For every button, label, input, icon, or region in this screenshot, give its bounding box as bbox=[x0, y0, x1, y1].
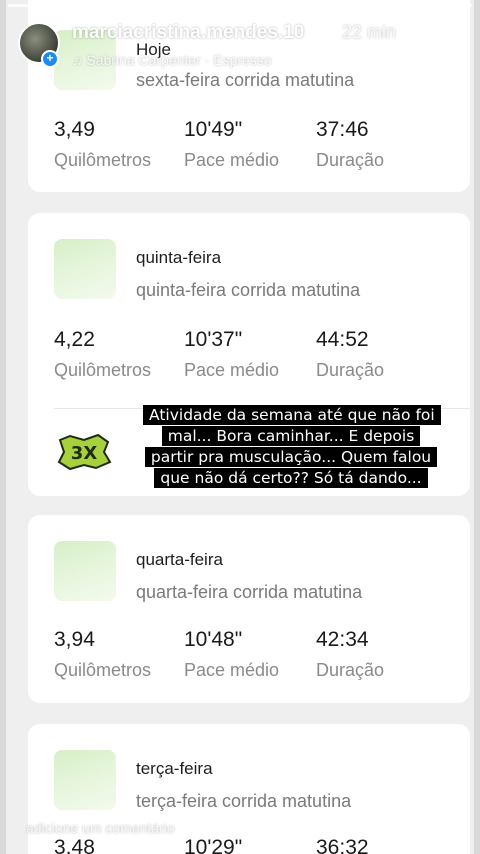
activity-card[interactable]: quarta-feira quarta-feira corrida matuti… bbox=[28, 515, 470, 703]
pace-value: 10'48" bbox=[184, 628, 243, 651]
story-caption: Atividade da semana até que não foi mal.… bbox=[143, 405, 441, 489]
activity-subtitle: terça-feira corrida matutina bbox=[136, 791, 352, 811]
duration-value: 36:32 bbox=[316, 836, 369, 854]
music-icon: ♫ bbox=[72, 52, 87, 68]
pace-value: 10'49" bbox=[184, 118, 243, 141]
distance-value: 3,48 bbox=[54, 836, 95, 854]
duration-label: Duração bbox=[316, 360, 385, 380]
duration-value: 44:52 bbox=[316, 328, 369, 351]
distance-label: Quilômetros bbox=[54, 150, 152, 170]
activity-thumbnail bbox=[54, 541, 116, 601]
comment-input[interactable]: adicione um comentário bbox=[26, 820, 175, 836]
activity-subtitle: sexta-feira corrida matutina bbox=[136, 70, 355, 90]
distance-value: 3,49 bbox=[54, 118, 95, 141]
story-time: 22 min bbox=[342, 22, 397, 42]
story-progress-bar bbox=[0, 0, 480, 7]
story-username[interactable]: marciacristina.mendes.10 bbox=[72, 22, 304, 44]
sticker-text: 3X bbox=[71, 443, 98, 464]
distance-label: Quilômetros bbox=[54, 360, 152, 380]
add-story-icon[interactable]: + bbox=[41, 50, 59, 68]
pace-value: 10'37" bbox=[184, 328, 243, 351]
sticker-3x-icon: 3X bbox=[56, 432, 112, 472]
pace-label: Pace médio bbox=[184, 660, 280, 680]
activity-subtitle: quarta-feira corrida matutina bbox=[136, 582, 363, 602]
pace-label: Pace médio bbox=[184, 360, 280, 380]
story-music[interactable]: ♫ Sabrina Carpenter · Espresso bbox=[72, 52, 272, 68]
pace-label: Pace médio bbox=[184, 150, 280, 170]
activity-day: quinta-feira bbox=[136, 248, 222, 267]
duration-label: Duração bbox=[316, 660, 385, 680]
activity-thumbnail bbox=[54, 239, 116, 299]
activity-day: terça-feira bbox=[136, 759, 213, 778]
duration-value: 42:34 bbox=[316, 628, 369, 651]
caption-text: Atividade da semana até que não foi mal.… bbox=[143, 405, 441, 488]
distance-label: Quilômetros bbox=[54, 660, 152, 680]
activity-subtitle: quinta-feira corrida matutina bbox=[136, 280, 361, 300]
distance-value: 4,22 bbox=[54, 328, 95, 351]
pace-value: 10'29" bbox=[184, 836, 243, 854]
distance-value: 3,94 bbox=[54, 628, 95, 651]
duration-value: 37:46 bbox=[316, 118, 369, 141]
duration-label: Duração bbox=[316, 150, 385, 170]
music-title: Sabrina Carpenter · Espresso bbox=[86, 52, 272, 68]
activity-day: quarta-feira bbox=[136, 550, 223, 569]
activity-thumbnail bbox=[54, 750, 116, 810]
